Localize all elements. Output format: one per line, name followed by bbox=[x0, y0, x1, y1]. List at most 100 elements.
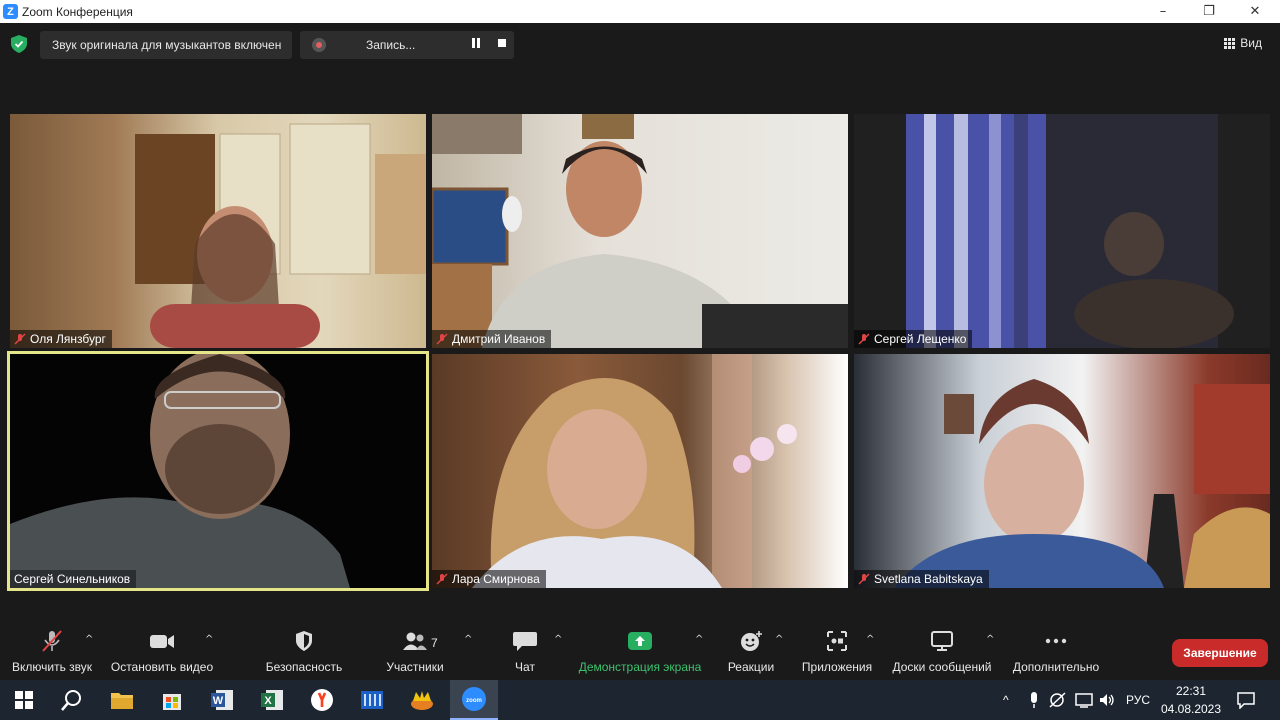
taskbar-yandex-browser[interactable] bbox=[298, 680, 346, 720]
security-button[interactable]: Безопасность bbox=[262, 620, 346, 680]
window-titlebar: Z Zoom Конференция – ❐ ✕ bbox=[0, 0, 1280, 23]
clock-date: 04.08.2023 bbox=[1160, 702, 1222, 716]
pause-recording-icon[interactable] bbox=[471, 38, 481, 48]
participant-name-tag: Сергей Лещенко bbox=[854, 330, 973, 348]
record-dot-icon bbox=[312, 38, 326, 52]
start-button[interactable] bbox=[0, 680, 48, 720]
excel-icon: X bbox=[261, 690, 283, 710]
tray-microphone-icon[interactable] bbox=[1028, 680, 1040, 720]
muted-microphone-icon bbox=[858, 573, 870, 585]
recording-label: Запись... bbox=[366, 38, 416, 52]
clock-time: 22:31 bbox=[1175, 684, 1207, 698]
chat-label: Чат bbox=[515, 660, 535, 674]
whiteboards-options-caret[interactable]: ^ bbox=[986, 634, 996, 645]
share-screen-label: Демонстрация экрана bbox=[578, 660, 702, 674]
whiteboards-label: Доски сообщений bbox=[892, 660, 992, 674]
film-strip-icon bbox=[361, 691, 383, 709]
participant-name: Svetlana Babitskaya bbox=[874, 572, 983, 586]
tray-volume-icon[interactable] bbox=[1098, 680, 1116, 720]
participant-name: Лара Смирнова bbox=[452, 572, 540, 586]
notifications-button[interactable] bbox=[1236, 680, 1256, 720]
unmute-label: Включить звук bbox=[11, 660, 93, 674]
muted-microphone-icon bbox=[436, 333, 448, 345]
participant-name-tag: Лара Смирнова bbox=[432, 570, 546, 588]
video-tile[interactable]: Лара Смирнова bbox=[432, 354, 848, 588]
video-options-caret[interactable]: ^ bbox=[205, 634, 215, 645]
whiteboard-icon bbox=[931, 631, 953, 651]
apps-button[interactable]: Приложения bbox=[794, 620, 880, 680]
zoom-app-icon: zoom bbox=[462, 687, 486, 711]
taskbar-word[interactable]: W bbox=[198, 680, 246, 720]
meeting-controls: Включить звук ^ Остановить видео ^ Безоп… bbox=[0, 620, 1280, 680]
video-camera-icon bbox=[150, 635, 174, 648]
participant-video bbox=[894, 379, 1270, 588]
search-icon bbox=[61, 690, 81, 711]
chat-options-caret[interactable]: ^ bbox=[554, 634, 564, 645]
original-sound-notice[interactable]: Звук оригинала для музыкантов включен bbox=[40, 31, 292, 59]
word-icon: W bbox=[211, 690, 233, 710]
zoom-logo-icon: Z bbox=[3, 4, 18, 19]
shield-icon bbox=[296, 631, 312, 651]
participant-name-tag: Svetlana Babitskaya bbox=[854, 570, 989, 588]
stop-video-button[interactable]: Остановить видео bbox=[106, 620, 218, 680]
reactions-button[interactable]: Реакции bbox=[722, 620, 780, 680]
share-screen-button[interactable]: Демонстрация экрана bbox=[574, 620, 706, 680]
taskbar-search-button[interactable] bbox=[48, 680, 96, 720]
participant-video bbox=[906, 114, 1234, 348]
whiteboards-button[interactable]: Доски сообщений bbox=[886, 620, 998, 680]
svg-text:X: X bbox=[264, 695, 272, 707]
taskbar-media-app[interactable] bbox=[348, 680, 396, 720]
share-options-caret[interactable]: ^ bbox=[695, 634, 705, 645]
participant-video bbox=[135, 123, 426, 348]
more-label: Дополнительно bbox=[1012, 660, 1100, 674]
tray-network-icon[interactable] bbox=[1074, 680, 1094, 720]
participant-name-tag: Оля Лянзбург bbox=[10, 330, 112, 348]
taskbar-game-app[interactable] bbox=[398, 680, 446, 720]
participants-options-caret[interactable]: ^ bbox=[464, 634, 474, 645]
unmute-button[interactable]: Включить звук bbox=[6, 620, 98, 680]
minimize-button[interactable]: – bbox=[1140, 0, 1186, 23]
taskbar-file-explorer[interactable] bbox=[98, 680, 146, 720]
security-shield-icon[interactable] bbox=[11, 35, 27, 53]
video-tile[interactable]: Дмитрий Иванов bbox=[432, 114, 848, 348]
participants-button[interactable]: 7 Участники bbox=[380, 620, 450, 680]
share-screen-icon bbox=[628, 632, 652, 650]
recording-indicator: Запись... bbox=[300, 31, 514, 59]
maximize-button[interactable]: ❐ bbox=[1186, 0, 1232, 23]
show-hidden-icons-button[interactable]: ^ bbox=[1003, 680, 1009, 720]
participant-name: Сергей Лещенко bbox=[874, 332, 967, 346]
video-tile-active-speaker[interactable]: Сергей Синельников bbox=[7, 351, 429, 591]
reactions-options-caret[interactable]: ^ bbox=[775, 634, 785, 645]
taskbar-excel[interactable]: X bbox=[248, 680, 296, 720]
close-button[interactable]: ✕ bbox=[1232, 0, 1278, 23]
taskbar-zoom[interactable]: zoom bbox=[450, 680, 498, 720]
video-tile[interactable]: Svetlana Babitskaya bbox=[854, 354, 1270, 588]
windows-logo-icon bbox=[15, 691, 33, 709]
end-meeting-button[interactable]: Завершение bbox=[1172, 639, 1268, 667]
participant-name: Дмитрий Иванов bbox=[452, 332, 546, 346]
view-button[interactable]: Вид bbox=[1224, 36, 1262, 50]
apps-options-caret[interactable]: ^ bbox=[866, 634, 876, 645]
reactions-label: Реакции bbox=[727, 660, 775, 674]
svg-text:W: W bbox=[213, 695, 224, 707]
store-bag-icon bbox=[163, 694, 181, 710]
tray-language[interactable]: РУС bbox=[1126, 680, 1150, 720]
windows-taskbar: W X zoom ^ РУС 22:31 04.08.2023 bbox=[0, 680, 1280, 720]
video-tile[interactable]: Сергей Лещенко bbox=[854, 114, 1270, 348]
chat-bubble-icon bbox=[513, 632, 537, 651]
taskbar-clock[interactable]: 22:31 04.08.2023 bbox=[1156, 682, 1226, 718]
more-dots-icon bbox=[1045, 638, 1067, 644]
taskbar-store[interactable] bbox=[148, 680, 196, 720]
participants-icon bbox=[403, 632, 427, 650]
muted-microphone-icon bbox=[14, 333, 26, 345]
more-button[interactable]: Дополнительно bbox=[1006, 620, 1106, 680]
meeting-topbar: Звук оригинала для музыкантов включен За… bbox=[0, 23, 1280, 68]
muted-microphone-icon bbox=[42, 630, 62, 652]
stop-recording-icon[interactable] bbox=[498, 39, 506, 47]
chat-button[interactable]: Чат bbox=[500, 620, 550, 680]
audio-options-caret[interactable]: ^ bbox=[85, 634, 95, 645]
video-tile[interactable]: Оля Лянзбург bbox=[10, 114, 426, 348]
participant-video bbox=[432, 114, 848, 348]
participant-name: Оля Лянзбург bbox=[30, 332, 106, 346]
tray-mic-muted-icon[interactable] bbox=[1048, 680, 1068, 720]
